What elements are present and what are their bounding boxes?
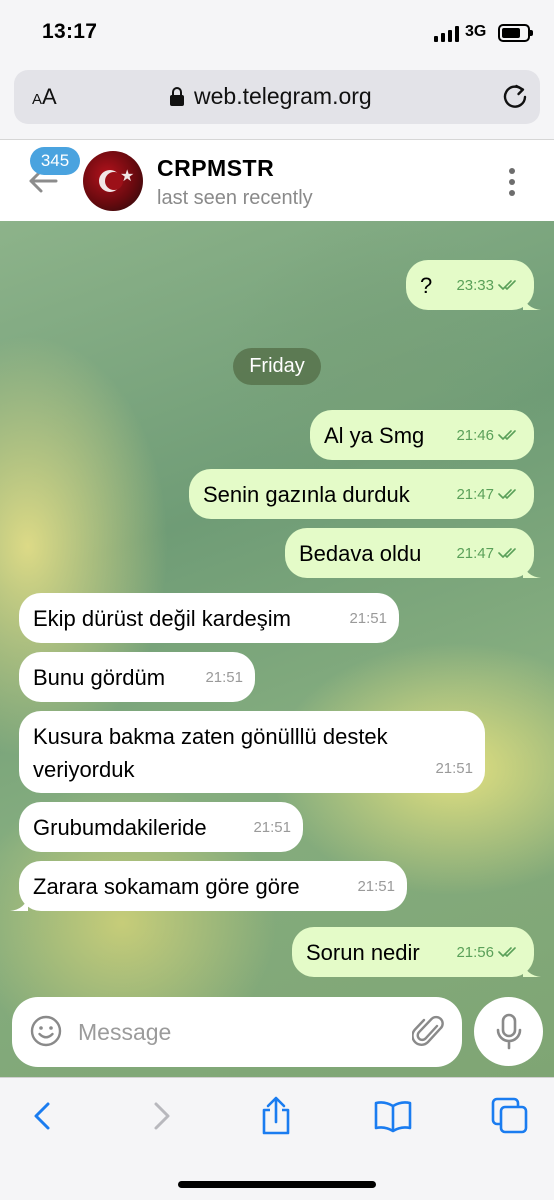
- battery-icon: [498, 24, 533, 42]
- mic-icon: [496, 1013, 522, 1050]
- message-text: Bedava oldu: [299, 541, 422, 566]
- date-separator: Friday: [233, 348, 321, 385]
- message-bubble-outgoing[interactable]: Al ya Smg 21:46: [310, 410, 534, 460]
- double-check-icon: [498, 430, 516, 440]
- double-check-icon: [498, 280, 516, 290]
- message-time: 21:51: [205, 669, 243, 686]
- avatar[interactable]: ★: [83, 151, 143, 211]
- message-bubble-incoming[interactable]: Bunu gördüm 21:51: [19, 652, 255, 702]
- signal-icon: [434, 26, 460, 42]
- message-text-line: Kusura bakma zaten gönülllü destek: [33, 724, 388, 749]
- double-check-icon: [498, 548, 516, 558]
- message-time: 21:46: [456, 427, 494, 444]
- message-bubble-outgoing[interactable]: Bedava oldu 21:47: [285, 528, 541, 578]
- status-time: 13:17: [42, 20, 98, 43]
- message-text-line: veriyorduk: [33, 757, 135, 782]
- chat-area[interactable]: ? 23:33 Friday Al ya Smg 21:46 Senin gaz…: [0, 221, 554, 1077]
- message-meta: 21:47: [456, 537, 522, 570]
- forward-icon[interactable]: [142, 1096, 182, 1136]
- network-type: 3G: [465, 23, 487, 40]
- message-time: 21:47: [456, 486, 494, 503]
- chat-header: 345 ★ CRPMSTR last seen recently: [0, 139, 554, 221]
- double-check-icon: [498, 489, 516, 499]
- address-bar[interactable]: AA web.telegram.org: [14, 70, 540, 124]
- message-time: 21:47: [456, 545, 494, 562]
- message-text: Grubumdakileride: [33, 815, 207, 840]
- message-bubble-incoming[interactable]: Grubumdakileride 21:51: [19, 802, 303, 852]
- unread-badge: 345: [30, 147, 80, 175]
- message-bubble-outgoing[interactable]: Senin gazınla durduk 21:47: [189, 469, 534, 519]
- message-text: Al ya Smg: [324, 423, 425, 448]
- back-icon[interactable]: [22, 1096, 62, 1136]
- mic-button[interactable]: [474, 997, 543, 1066]
- message-text: Sorun nedir: [306, 940, 420, 965]
- text-size-small-label: A: [32, 91, 43, 108]
- home-indicator[interactable]: [178, 1181, 376, 1188]
- message-time: 21:51: [357, 878, 395, 895]
- chat-title[interactable]: CRPMSTR: [157, 155, 274, 182]
- bookmarks-icon[interactable]: [373, 1096, 413, 1136]
- message-input[interactable]: [78, 1013, 398, 1051]
- text-size-button[interactable]: AA: [32, 84, 57, 110]
- message-text: Ekip dürüst değil kardeşim: [33, 606, 292, 631]
- message-bubble-incoming[interactable]: Ekip dürüst değil kardeşim 21:51: [19, 593, 399, 643]
- message-meta: 21:46: [456, 419, 522, 452]
- attach-icon[interactable]: [412, 1013, 446, 1049]
- lock-icon: [170, 87, 184, 106]
- message-meta: 23:33: [456, 269, 522, 302]
- share-icon[interactable]: [256, 1096, 296, 1136]
- menu-dots-icon[interactable]: [504, 166, 520, 198]
- message-bubble-incoming[interactable]: Zarara sokamam göre göre 21:51: [10, 861, 407, 911]
- reload-icon[interactable]: [500, 82, 530, 112]
- double-check-icon: [498, 947, 516, 957]
- message-text: Senin gazınla durduk: [203, 482, 410, 507]
- emoji-icon[interactable]: [29, 1014, 63, 1048]
- message-time: 21:56: [456, 944, 494, 961]
- message-composer: [12, 997, 462, 1067]
- message-text: Bunu gördüm: [33, 665, 166, 690]
- message-text: Zarara sokamam göre göre: [33, 874, 300, 899]
- message-bubble-incoming[interactable]: Kusura bakma zaten gönülllü destek veriy…: [19, 711, 485, 793]
- message-time: 21:51: [349, 610, 387, 627]
- chat-status: last seen recently: [157, 187, 313, 209]
- tabs-icon[interactable]: [490, 1096, 530, 1136]
- message-time: 21:51: [435, 760, 473, 777]
- message-time: 21:51: [253, 819, 291, 836]
- message-text: ?: [420, 273, 433, 298]
- url-text[interactable]: web.telegram.org: [194, 83, 372, 110]
- message-bubble-outgoing[interactable]: ? 23:33: [406, 260, 541, 310]
- status-bar: 13:17 3G: [0, 0, 554, 62]
- message-bubble-outgoing[interactable]: Sorun nedir 21:56: [292, 927, 541, 977]
- message-time: 23:33: [456, 277, 494, 294]
- message-meta: 21:56: [456, 936, 522, 969]
- text-size-large-label: A: [42, 84, 57, 109]
- message-meta: 21:47: [456, 478, 522, 511]
